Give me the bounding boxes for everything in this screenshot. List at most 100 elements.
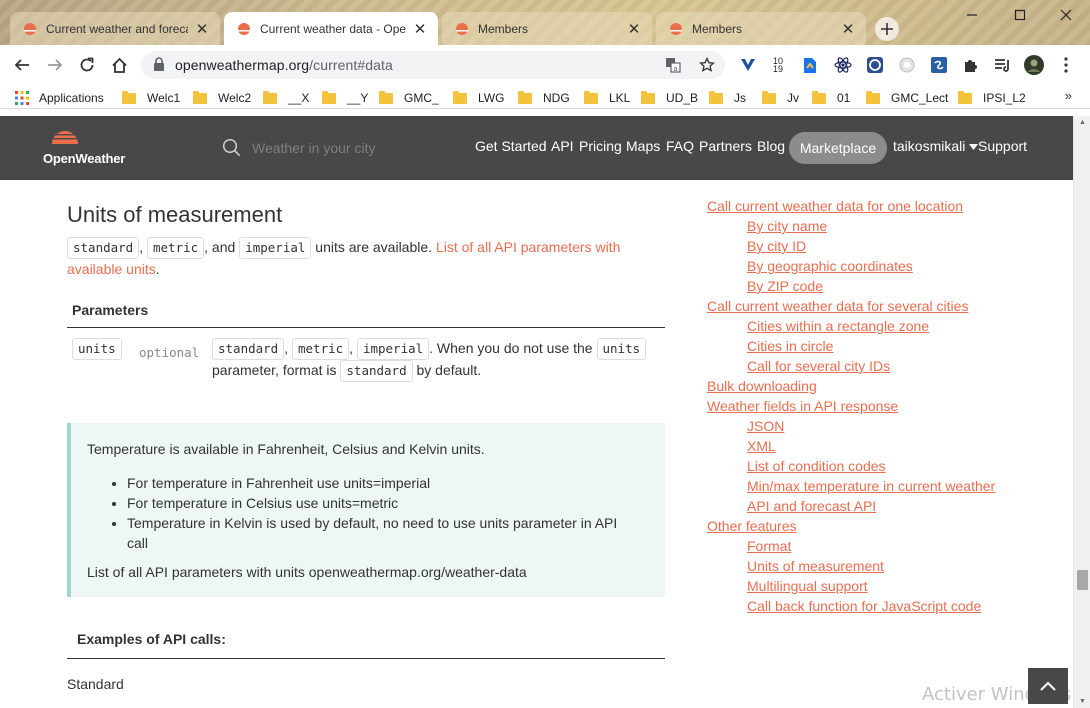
toc-link[interactable]: Call for several city IDs (707, 356, 1067, 376)
folder-icon (263, 90, 277, 104)
extensions-button[interactable] (961, 55, 981, 75)
bookmark-folder[interactable]: GMC_ (379, 89, 439, 107)
toc-link[interactable]: XML (707, 436, 1067, 456)
nav-partners[interactable]: Partners (699, 138, 752, 154)
toc-link[interactable]: Call current weather data for several ci… (707, 296, 1067, 316)
unit-code: imperial (239, 237, 312, 259)
toc-link[interactable]: List of condition codes (707, 456, 1067, 476)
toc-link[interactable]: By city ID (707, 236, 1067, 256)
extension-gray[interactable] (897, 55, 917, 75)
nav-blog[interactable]: Blog (757, 138, 785, 154)
page-scrollbar[interactable]: ▲ ▼ (1073, 116, 1090, 708)
tab-current-weather-forecast[interactable]: Current weather and forecast ✕ (10, 12, 220, 45)
list-item: For temperature in Celsius use units=met… (127, 493, 627, 513)
close-tab-icon[interactable]: ✕ (840, 20, 856, 38)
bookmarks-bar: Applications Welc1 Welc2 __X __Y GMC_ LW… (0, 85, 1090, 109)
nav-pricing[interactable]: Pricing (579, 138, 622, 154)
site-search[interactable]: Weather in your city (222, 138, 422, 160)
scroll-down-arrow-icon[interactable]: ▼ (1079, 698, 1086, 705)
bookmark-folder[interactable]: Js (709, 89, 746, 107)
reading-list-button[interactable] (993, 55, 1013, 75)
scroll-to-top-button[interactable] (1028, 668, 1068, 704)
list-item: Temperature in Kelvin is used by default… (127, 513, 627, 553)
bookmark-folder[interactable]: Welc2 (193, 89, 251, 107)
nav-maps[interactable]: Maps (626, 138, 660, 154)
tab-members[interactable]: Members ✕ (442, 12, 652, 45)
bookmark-folder[interactable]: Welc1 (122, 89, 180, 107)
back-button[interactable] (10, 53, 34, 77)
toc-link[interactable]: Call back function for JavaScript code (707, 596, 1067, 616)
close-tab-icon[interactable]: ✕ (412, 20, 428, 38)
toc-link[interactable]: Bulk downloading (707, 376, 1067, 396)
bookmark-folder[interactable]: Jv (762, 89, 799, 107)
extension-counter[interactable]: 10 19 (768, 55, 788, 75)
nav-support[interactable]: Support (978, 138, 1027, 154)
toc-link[interactable]: Cities within a rectangle zone (707, 316, 1067, 336)
maximize-button[interactable] (1000, 4, 1040, 26)
close-window-button[interactable] (1046, 4, 1086, 26)
bookmark-folder[interactable]: 01 (812, 89, 850, 107)
bookmark-applications[interactable]: Applications (15, 89, 104, 107)
close-tab-icon[interactable]: ✕ (194, 20, 210, 38)
unit-code: metric (292, 338, 350, 360)
site-header: OpenWeather Weather in your city Get Sta… (0, 116, 1073, 180)
tab-members-2[interactable]: Members ✕ (656, 12, 866, 45)
bookmark-folder[interactable]: __Y (322, 89, 368, 107)
extension-square[interactable] (929, 55, 949, 75)
minimize-button[interactable] (952, 4, 992, 26)
toc-link[interactable]: Multilingual support (707, 576, 1067, 596)
toc-link[interactable]: By city name (707, 216, 1067, 236)
extension-react[interactable] (833, 55, 853, 75)
toc-link[interactable]: By geographic coordinates (707, 256, 1067, 276)
param-name: units (72, 338, 122, 360)
home-button[interactable] (107, 53, 131, 77)
toc-link[interactable]: Format (707, 536, 1067, 556)
bookmark-folder[interactable]: NDG (518, 89, 570, 107)
address-bar[interactable]: openweathermap.org/current#data a (141, 51, 725, 79)
translate-icon[interactable]: a (665, 57, 681, 73)
toc-link[interactable]: Call current weather data for one locati… (707, 196, 1067, 216)
toc-link[interactable]: JSON (707, 416, 1067, 436)
toc-link[interactable]: API and forecast API (707, 496, 1067, 516)
toc-link[interactable]: Min/max temperature in current weather (707, 476, 1067, 496)
bookmark-folder[interactable]: IPSI_L2 (958, 89, 1026, 107)
folder-icon (322, 90, 336, 104)
folder-icon (866, 90, 880, 104)
extension-blue[interactable] (865, 55, 885, 75)
gray-circle-icon (899, 57, 915, 73)
bookmark-folder[interactable]: GMC_Lect (866, 89, 948, 107)
profile-avatar[interactable] (1024, 55, 1044, 75)
close-tab-icon[interactable]: ✕ (626, 20, 642, 38)
caret-down-icon[interactable] (969, 144, 978, 150)
toc-link[interactable]: Weather fields in API response (707, 396, 1067, 416)
bookmark-folder[interactable]: __X (263, 89, 309, 107)
nav-get-started[interactable]: Get Started (475, 138, 547, 154)
more-bookmarks-button[interactable]: » (1065, 88, 1072, 103)
toc-link[interactable]: Units of measurement (707, 556, 1067, 576)
toc-link[interactable]: By ZIP code (707, 276, 1067, 296)
user-menu[interactable]: taikosmikali (893, 138, 965, 154)
new-tab-button[interactable] (875, 17, 899, 41)
tab-current-weather-data[interactable]: Current weather data - OpenWeatherMap ✕ (224, 12, 438, 45)
bookmark-folder[interactable]: LWG (453, 89, 504, 107)
unit-code: standard (212, 338, 285, 360)
bookmark-folder[interactable]: LKL (584, 89, 630, 107)
blue-extension-icon (867, 57, 883, 73)
tab-title: Members (692, 21, 743, 36)
scrollbar-thumb[interactable] (1077, 570, 1088, 590)
marketplace-button[interactable]: Marketplace (789, 132, 887, 164)
extension-file[interactable] (800, 55, 820, 75)
bookmark-folder[interactable]: UD_B (641, 89, 698, 107)
toc-link[interactable]: Other features (707, 516, 1067, 536)
bookmark-star-icon[interactable] (699, 57, 715, 73)
extension-vivaldi[interactable] (738, 55, 758, 75)
openweather-logo[interactable]: OpenWeather (43, 126, 139, 170)
forward-button[interactable] (43, 53, 67, 77)
reload-button[interactable] (75, 53, 99, 77)
toc-link[interactable]: Cities in circle (707, 336, 1067, 356)
scroll-up-arrow-icon[interactable]: ▲ (1079, 119, 1086, 126)
divider (67, 327, 665, 328)
menu-button[interactable] (1056, 55, 1076, 75)
nav-api[interactable]: API (551, 138, 574, 154)
nav-faq[interactable]: FAQ (666, 138, 694, 154)
